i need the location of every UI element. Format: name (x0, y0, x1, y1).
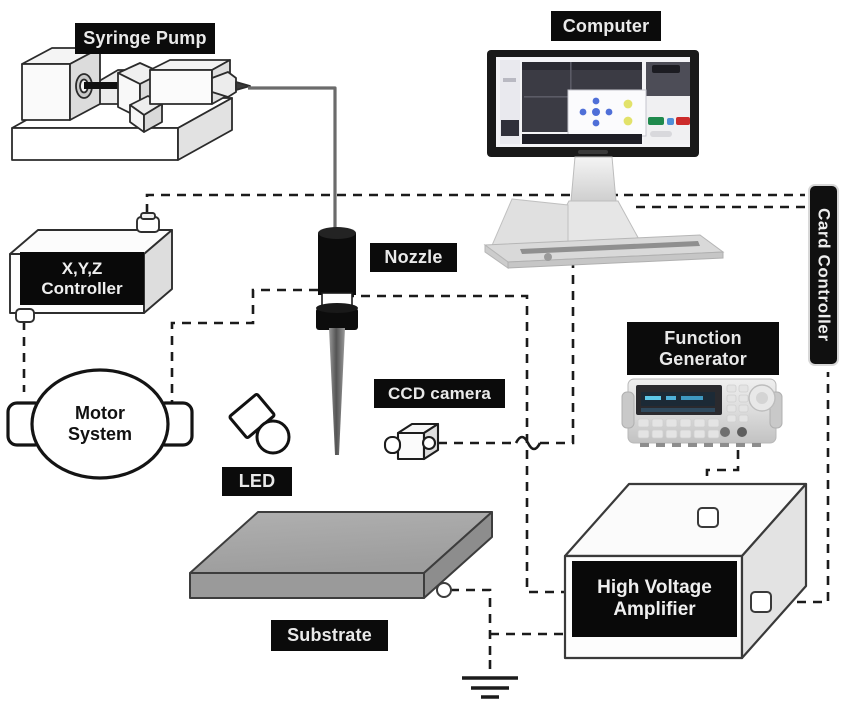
substrate-graphic (189, 511, 493, 599)
figure-canvas: Syringe Pump Computer Card Controller X,… (0, 0, 865, 707)
label-function-generator-line1: Function (664, 327, 742, 348)
label-hv-amplifier: High Voltage Amplifier (572, 561, 737, 637)
label-led-text: LED (238, 471, 276, 492)
syringe-pump-graphic (11, 47, 251, 161)
computer-graphic (483, 50, 725, 269)
label-nozzle: Nozzle (370, 243, 457, 272)
nozzle-graphic (316, 227, 358, 455)
label-hv-amplifier-line1: High Voltage (597, 577, 712, 599)
label-motor-system-line2: System (67, 424, 133, 444)
label-syringe-pump-text: Syringe Pump (83, 28, 207, 49)
wire-nozzle-to-motor (170, 288, 318, 403)
label-ccd-camera: CCD camera (374, 379, 505, 408)
label-card-controller: Card Controller (808, 184, 839, 366)
label-function-generator: Function Generator (627, 322, 779, 375)
feed-tube (248, 86, 337, 229)
label-led: LED (222, 467, 292, 496)
ground-symbol (462, 676, 518, 699)
label-xyz-controller-line2: Controller (41, 278, 123, 298)
label-nozzle-text: Nozzle (384, 247, 443, 268)
function-generator-graphic (621, 378, 783, 447)
label-syringe-pump: Syringe Pump (75, 23, 215, 54)
label-card-controller-text: Card Controller (814, 208, 834, 342)
label-computer: Computer (551, 11, 661, 41)
label-function-generator-line2: Generator (659, 348, 747, 369)
led-graphic (228, 393, 291, 455)
label-substrate: Substrate (271, 620, 388, 651)
label-ccd-camera-text: CCD camera (387, 383, 492, 403)
label-xyz-controller: X,Y,Z Controller (20, 252, 144, 305)
wire-substrate-down (450, 588, 492, 660)
wire-ccd-to-computer (540, 262, 575, 445)
label-motor-system-line1: Motor (75, 403, 125, 424)
label-hv-amplifier-line2: Amplifier (613, 599, 696, 620)
label-motor-system: Motor System (48, 399, 152, 449)
ccd-camera-graphic (383, 422, 440, 461)
label-substrate-text: Substrate (287, 625, 372, 646)
label-computer-text: Computer (562, 15, 650, 36)
label-xyz-controller-line1: X,Y,Z (61, 258, 103, 278)
